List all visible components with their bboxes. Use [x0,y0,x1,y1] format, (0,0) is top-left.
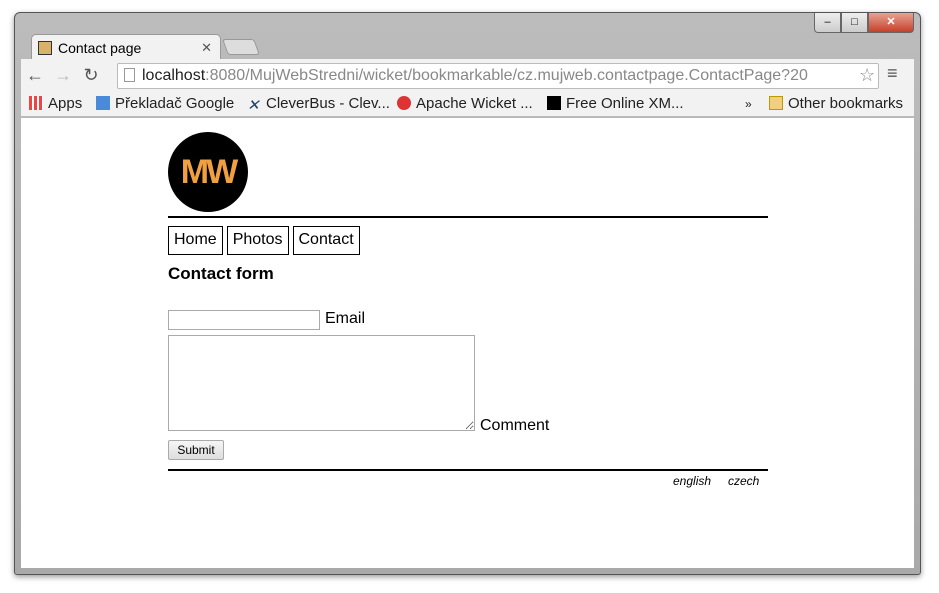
nav-contact[interactable]: Contact [292,226,360,255]
new-tab-button[interactable] [222,39,260,55]
bookmarks-bar: Apps Překladač Google ✕ CleverBus - Clev.… [21,91,914,117]
menu-icon[interactable]: ≡ [887,63,898,84]
reload-icon[interactable]: ↻ [77,65,105,86]
more-bookmarks[interactable]: » [745,97,752,111]
toolbar: ← → ↻ localhost:8080/MujWebStredni/wicke… [21,59,914,91]
header-divider [168,216,768,218]
lang-english[interactable]: english [673,474,711,488]
nav-home[interactable]: Home [168,226,223,255]
footer-divider [168,469,768,471]
back-icon[interactable]: ← [21,65,49,86]
tab-title: Contact page [58,39,142,56]
minimize-button[interactable]: – [814,13,841,33]
bookmark-translate[interactable]: Překladač Google [96,95,234,112]
page-icon [124,68,135,82]
email-label: Email [325,310,366,327]
translate-icon [96,96,110,110]
submit-button[interactable]: Submit [168,440,224,460]
cleverbus-icon: ✕ [247,97,260,114]
page-content: MW Home Photos Contact Contact form Emai… [21,118,914,568]
comment-label: Comment [480,417,550,434]
tab-contact-page[interactable]: Contact page ✕ [31,34,221,60]
browser-window: – □ ✕ Contact page ✕ ← → ↻ localhost:8080/M… [14,12,921,575]
page-title: Contact form [168,264,274,283]
maximize-button[interactable]: □ [841,13,868,33]
bookmark-freeformatter[interactable]: Free Online XM... [547,95,684,112]
bookmark-wicket[interactable]: Apache Wicket ... [397,95,533,112]
main-nav: Home Photos Contact [168,226,360,255]
forward-icon[interactable]: → [49,65,77,86]
email-input[interactable] [168,310,320,330]
bookmark-cleverbus[interactable]: ✕ CleverBus - Clev... [247,95,390,114]
bookmark-apps[interactable]: Apps [29,95,82,112]
star-icon[interactable]: ☆ [859,65,875,86]
address-bar[interactable]: localhost:8080/MujWebStredni/wicket/book… [117,63,879,89]
wicket-icon [397,96,411,110]
favicon-icon [38,40,52,55]
close-window-button[interactable]: ✕ [868,13,914,33]
logo[interactable]: MW [168,132,248,212]
other-bookmarks[interactable]: Other bookmarks [769,95,903,112]
nav-photos[interactable]: Photos [226,226,289,255]
ff-icon [547,96,561,110]
comment-textarea[interactable] [168,335,475,431]
close-tab-icon[interactable]: ✕ [201,40,212,56]
folder-icon [769,96,783,110]
apps-icon [29,96,43,110]
lang-czech[interactable]: czech [728,474,759,488]
